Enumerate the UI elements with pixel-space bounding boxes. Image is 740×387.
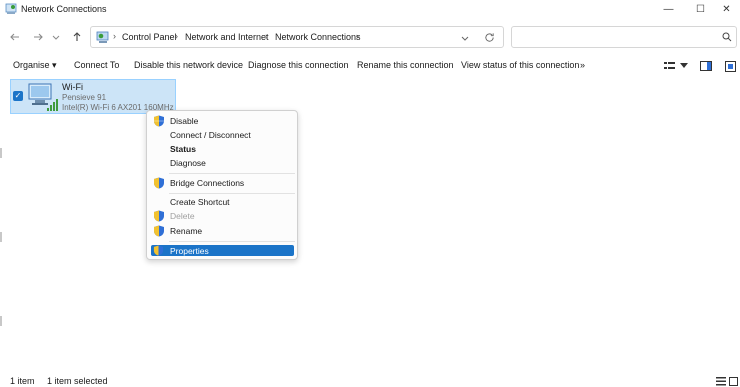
breadcrumb-control-panel[interactable]: Control Panel [122,32,177,42]
shield-icon [153,245,164,256]
arrow-up-icon [73,32,81,41]
connect-to-button[interactable]: Connect To [74,60,119,70]
arrow-left-icon [10,33,19,41]
shield-icon [154,115,164,127]
help-icon[interactable] [725,61,736,72]
breadcrumb-network-and-internet[interactable]: Network and Internet [185,32,269,42]
title-bar: Network Connections — ☐ ✕ [0,0,740,20]
address-bar[interactable]: › Control Panel › Network and Internet ›… [90,26,504,48]
forward-button[interactable] [29,28,47,46]
address-history-chevron-icon[interactable] [461,34,469,42]
shield-icon [154,177,164,189]
pane-divider [0,232,2,242]
menu-item-label: Properties [170,246,209,256]
menu-item-label: Status [170,144,196,154]
large-icons-view-icon[interactable] [729,377,738,386]
arrow-right-icon [34,33,43,41]
rename-button[interactable]: Rename this connection [357,60,454,70]
view-status-button[interactable]: View status of this connection [461,60,579,70]
menu-item-label: Bridge Connections [170,178,245,188]
view-dropdown-icon[interactable] [680,63,688,69]
pane-divider [0,316,2,326]
menu-separator [169,241,295,242]
refresh-icon[interactable] [484,32,495,43]
connection-name: Wi-Fi [62,82,83,92]
menu-item-diagnose[interactable]: Diagnose [147,156,297,170]
shield-icon [154,210,164,222]
menu-item-label: Create Shortcut [170,197,230,207]
up-button[interactable] [68,28,86,46]
breadcrumb-network-connections[interactable]: Network Connections [275,32,361,42]
menu-item-create-shortcut[interactable]: Create Shortcut [147,195,297,209]
menu-item-label: Rename [170,226,203,236]
close-button[interactable]: ✕ [710,0,740,18]
search-input[interactable] [511,26,737,48]
pane-divider [0,148,2,158]
wifi-connection-item[interactable]: ✓ Wi-Fi Pensieve 91 Intel(R) Wi-Fi 6 AX2… [10,79,176,114]
chevron-down-icon [52,35,60,40]
menu-item-label: Diagnose [170,158,206,168]
status-item-count: 1 item [10,376,35,386]
network-adapter-icon [28,83,58,111]
menu-item-label: Disable [170,116,199,126]
organise-menu[interactable]: Organise ▾ [13,60,57,71]
checkbox-checked-icon[interactable]: ✓ [13,91,23,101]
preview-pane-icon[interactable] [700,61,712,71]
details-view-icon[interactable] [716,377,726,386]
diagnose-button[interactable]: Diagnose this connection [248,60,349,70]
search-icon [722,32,732,42]
menu-item-status[interactable]: Status [147,142,297,156]
view-options-icon[interactable] [664,61,676,71]
breadcrumb-separator[interactable]: › [175,31,178,41]
control-panel-icon [96,31,109,43]
menu-separator [169,193,295,194]
menu-item-label: Delete [170,211,195,221]
menu-item-connect-disconnect[interactable]: Connect / Disconnect [147,128,297,142]
shield-icon [154,225,164,237]
network-connections-app-icon [5,3,17,14]
window-title: Network Connections [21,4,107,14]
menu-item-rename[interactable]: Rename [147,224,297,238]
status-selected-count: 1 item selected [47,376,108,386]
back-button[interactable] [6,28,24,46]
menu-item-delete: Delete [147,209,297,223]
breadcrumb-separator[interactable]: › [265,31,268,41]
disable-device-button[interactable]: Disable this network device [134,60,243,70]
breadcrumb-separator[interactable]: › [356,31,359,41]
minimize-button[interactable]: — [652,0,685,18]
recent-locations-button[interactable] [50,28,62,46]
menu-item-bridge-connections[interactable]: Bridge Connections [147,176,297,190]
menu-item-label: Connect / Disconnect [170,130,251,140]
breadcrumb-separator: › [113,31,116,41]
menu-item-properties[interactable]: Properties [151,245,294,256]
more-commands-button[interactable]: » [580,60,585,70]
menu-separator [169,173,295,174]
menu-item-disable[interactable]: Disable [147,114,297,128]
context-menu: Disable Connect / Disconnect Status Diag… [146,110,298,260]
connection-network: Pensieve 91 [62,93,107,102]
